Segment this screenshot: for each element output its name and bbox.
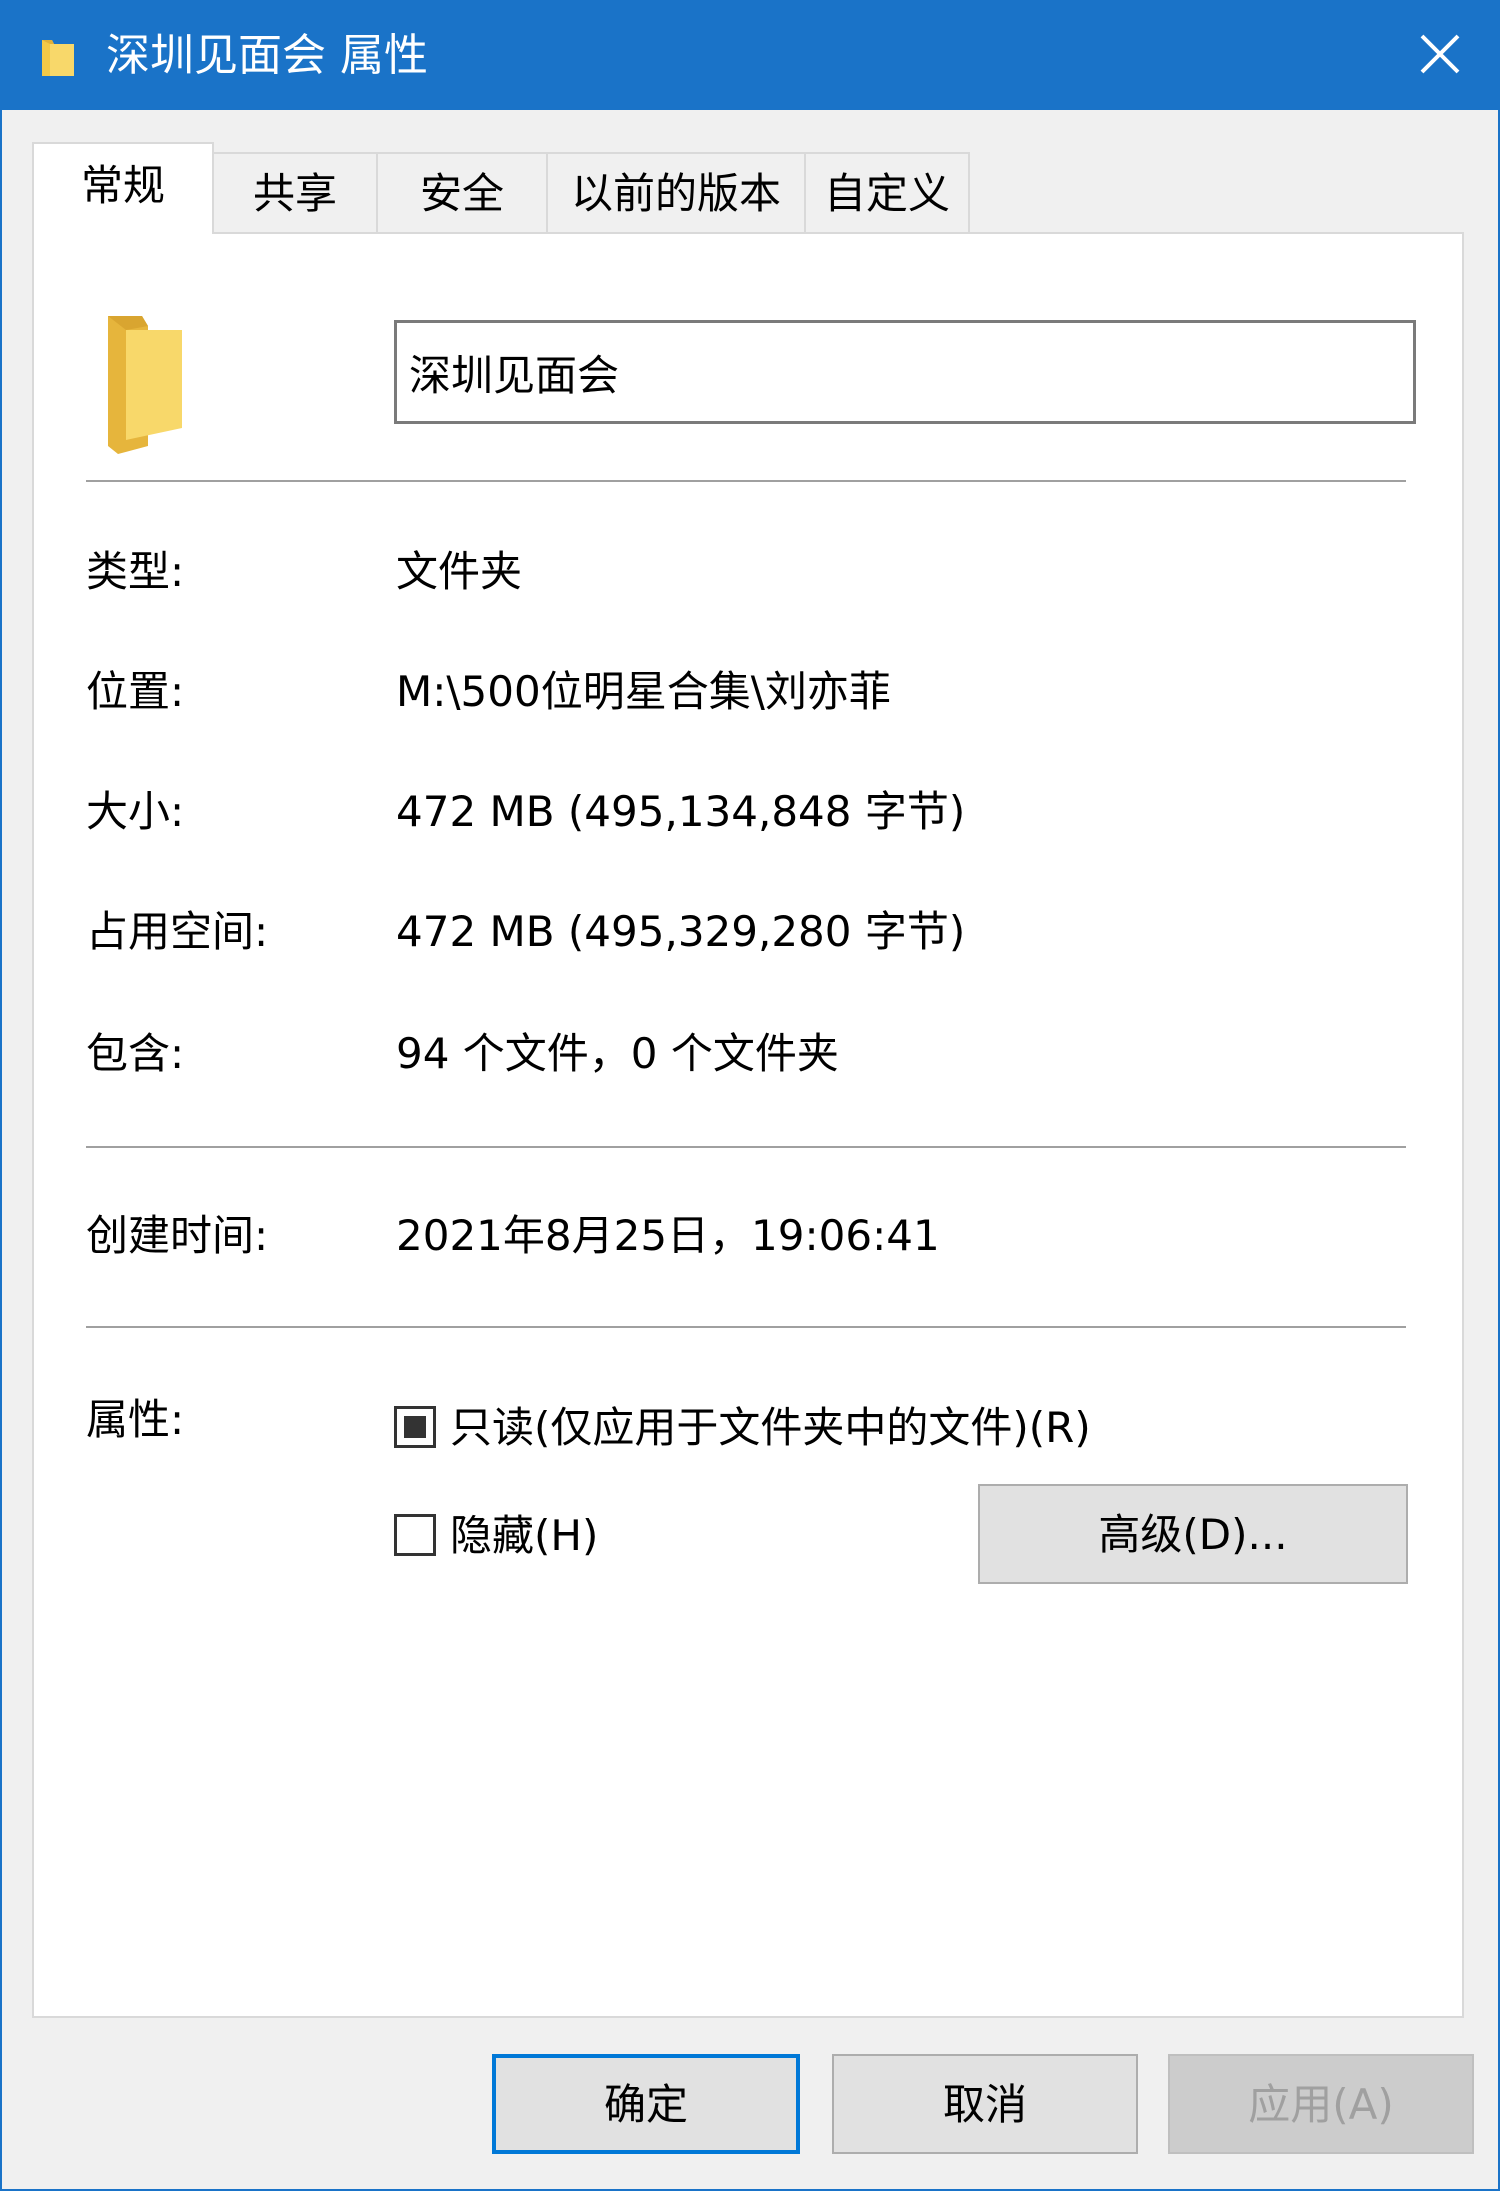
size-value: 472 MB (495,134,848 字节) — [396, 787, 966, 836]
readonly-checkbox[interactable] — [394, 1406, 436, 1448]
tab-previous-versions[interactable]: 以前的版本 — [546, 152, 806, 232]
cancel-button[interactable]: 取消 — [832, 2054, 1138, 2154]
ok-button[interactable]: 确定 — [492, 2054, 800, 2154]
window-title: 深圳见面会 属性 — [106, 30, 428, 81]
attributes-label: 属性: — [86, 1395, 185, 1444]
separator — [86, 1326, 1406, 1328]
folder-icon — [42, 40, 74, 76]
size-on-disk-value: 472 MB (495,329,280 字节) — [396, 907, 966, 956]
tab-security[interactable]: 安全 — [376, 152, 548, 232]
hidden-checkbox[interactable] — [394, 1514, 436, 1556]
created-value: 2021年8月25日，19:06:41 — [396, 1211, 940, 1260]
contains-label: 包含: — [86, 1029, 185, 1078]
close-icon — [1420, 34, 1460, 74]
tab-sharing[interactable]: 共享 — [212, 152, 378, 232]
location-value: M:\500位明星合集\刘亦菲 — [396, 667, 891, 716]
tab-customize[interactable]: 自定义 — [804, 152, 970, 232]
readonly-label[interactable]: 只读(仅应用于文件夹中的文件)(R) — [450, 1398, 1091, 1458]
size-on-disk-label: 占用空间: — [86, 907, 269, 956]
properties-dialog: 深圳见面会 属性 常规 共享 安全 以前的版本 自定义 类型: 文件夹 位置: … — [0, 0, 1500, 2191]
close-button[interactable] — [1378, 2, 1498, 110]
created-label: 创建时间: — [86, 1211, 269, 1260]
tab-general[interactable]: 常规 — [32, 142, 214, 234]
type-value: 文件夹 — [396, 547, 523, 596]
separator — [86, 480, 1406, 482]
folder-name-input[interactable] — [394, 320, 1416, 424]
general-panel — [32, 232, 1464, 2018]
separator — [86, 1146, 1406, 1148]
apply-button[interactable]: 应用(A) — [1168, 2054, 1474, 2154]
size-label: 大小: — [86, 787, 185, 836]
title-bar[interactable]: 深圳见面会 属性 — [2, 2, 1498, 110]
location-label: 位置: — [86, 667, 185, 716]
contains-value: 94 个文件，0 个文件夹 — [396, 1029, 839, 1078]
type-label: 类型: — [86, 547, 185, 596]
hidden-label[interactable]: 隐藏(H) — [450, 1506, 598, 1566]
advanced-button[interactable]: 高级(D)... — [978, 1484, 1408, 1584]
folder-large-icon — [108, 316, 182, 454]
